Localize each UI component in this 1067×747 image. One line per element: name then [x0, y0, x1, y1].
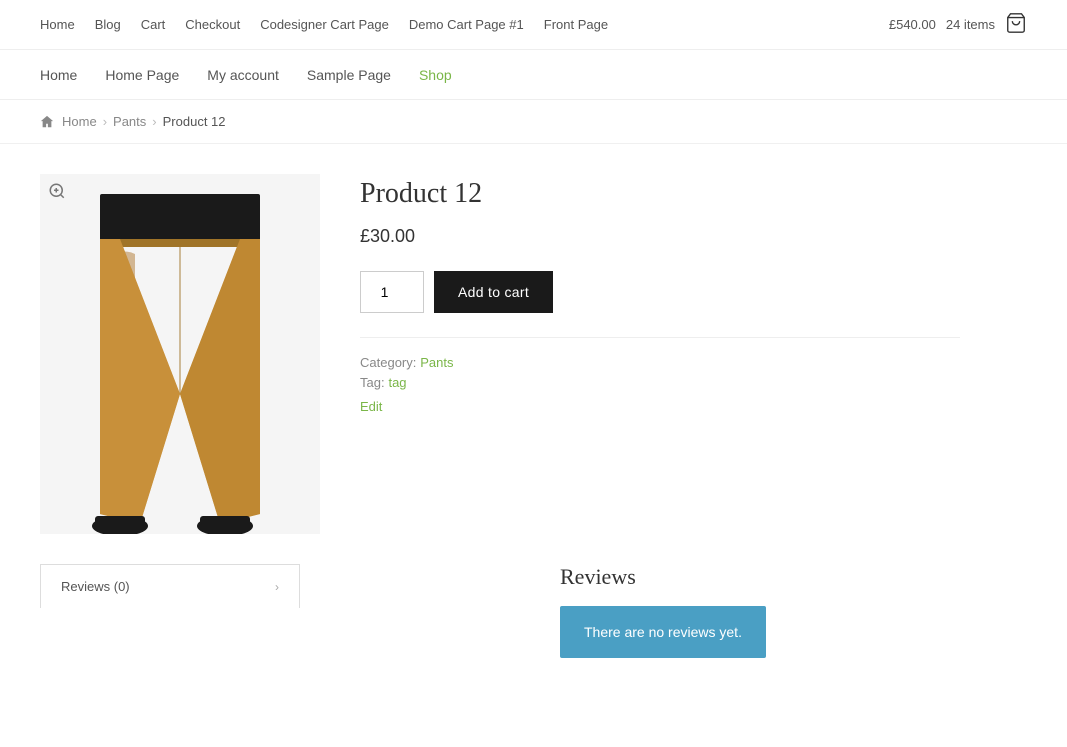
main-nav-homepage[interactable]: Home Page	[105, 67, 179, 83]
quantity-input[interactable]	[360, 271, 424, 313]
category-value[interactable]: Pants	[420, 355, 453, 370]
zoom-button[interactable]	[48, 182, 66, 205]
product-image	[40, 174, 320, 534]
main-nav-samplepage[interactable]: Sample Page	[307, 67, 391, 83]
chevron-right-icon: ›	[275, 580, 279, 594]
product-meta: Category: Pants Tag: tag Edit	[360, 337, 960, 414]
top-nav-cart[interactable]: Cart	[141, 17, 166, 32]
no-reviews-text: There are no reviews yet.	[584, 624, 742, 640]
top-nav-demo[interactable]: Demo Cart Page #1	[409, 17, 524, 32]
product-tag: Tag: tag	[360, 374, 960, 390]
product-section: Product 12 £30.00 Add to cart Category: …	[0, 144, 1000, 564]
breadcrumb-category[interactable]: Pants	[113, 114, 146, 129]
edit-link[interactable]: Edit	[360, 399, 382, 414]
top-nav-home[interactable]: Home	[40, 17, 75, 32]
top-navigation: Home Blog Cart Checkout Codesigner Cart …	[0, 0, 1067, 50]
reviews-title: Reviews	[560, 564, 766, 590]
reviews-tab-label: Reviews (0)	[61, 579, 130, 594]
home-icon	[40, 115, 54, 129]
reviews-section: Reviews (0) › Reviews There are no revie…	[0, 564, 1067, 698]
product-title: Product 12	[360, 178, 960, 210]
breadcrumb-current: Product 12	[163, 114, 226, 129]
breadcrumb-sep-1: ›	[103, 114, 107, 129]
no-reviews-banner: There are no reviews yet.	[560, 606, 766, 658]
product-category: Category: Pants	[360, 354, 960, 370]
add-to-cart-row: Add to cart	[360, 271, 960, 313]
top-nav-codesigner[interactable]: Codesigner Cart Page	[260, 17, 389, 32]
product-price: £30.00	[360, 226, 960, 247]
category-label: Category:	[360, 355, 416, 370]
breadcrumb-sep-2: ›	[152, 114, 156, 129]
top-nav-checkout[interactable]: Checkout	[185, 17, 240, 32]
reviews-tab[interactable]: Reviews (0) ›	[40, 564, 300, 608]
reviews-sidebar: Reviews (0) ›	[40, 564, 300, 608]
top-nav-links: Home Blog Cart Checkout Codesigner Cart …	[40, 17, 608, 32]
top-nav-blog[interactable]: Blog	[95, 17, 121, 32]
tag-label: Tag:	[360, 375, 385, 390]
cart-basket-icon	[1005, 12, 1027, 34]
reviews-content: Reviews There are no reviews yet.	[560, 564, 766, 658]
cart-item-count: 24 items	[946, 17, 995, 32]
breadcrumb: Home › Pants › Product 12	[0, 100, 1067, 144]
main-navigation: Home Home Page My account Sample Page Sh…	[0, 50, 1067, 100]
main-nav-home[interactable]: Home	[40, 67, 77, 83]
breadcrumb-home[interactable]: Home	[62, 114, 97, 129]
main-nav-shop[interactable]: Shop	[419, 67, 452, 83]
reviews-layout: Reviews (0) › Reviews There are no revie…	[40, 564, 1027, 658]
tag-value[interactable]: tag	[388, 375, 406, 390]
top-nav-frontpage[interactable]: Front Page	[544, 17, 608, 32]
zoom-in-icon	[48, 182, 66, 200]
cart-total: £540.00	[889, 17, 936, 32]
product-image-column	[40, 174, 320, 534]
cart-icon-button[interactable]	[1005, 12, 1027, 37]
product-pants-svg	[60, 194, 300, 534]
cart-summary: £540.00 24 items	[889, 12, 1027, 37]
product-details-column: Product 12 £30.00 Add to cart Category: …	[360, 174, 960, 534]
main-nav-myaccount[interactable]: My account	[207, 67, 279, 83]
product-edit-wrap: Edit	[360, 398, 960, 414]
add-to-cart-button[interactable]: Add to cart	[434, 271, 553, 313]
